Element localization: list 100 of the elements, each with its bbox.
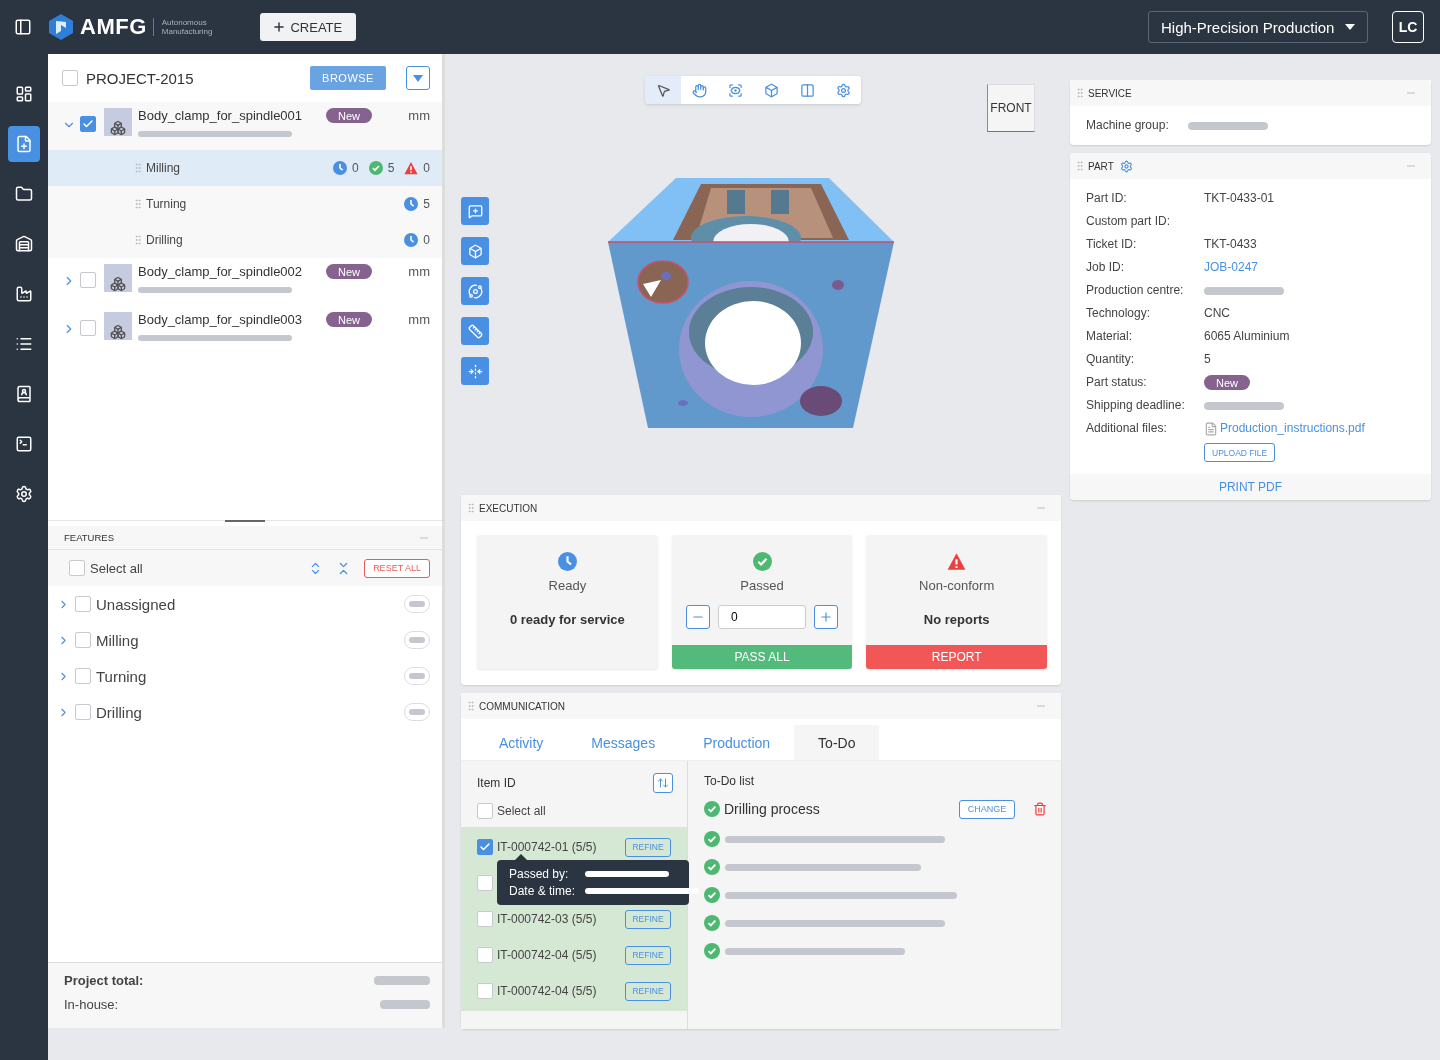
browse-button[interactable]: BROWSE [310,66,386,90]
refine-button[interactable]: REFINE [625,837,671,857]
drag-handle-icon[interactable] [1074,160,1086,172]
clock-icon [557,552,577,571]
checkbox[interactable] [477,839,493,855]
dropdown-button[interactable] [406,66,430,90]
user-avatar[interactable]: LC [1392,11,1424,43]
drag-handle-icon[interactable] [132,234,144,246]
reset-all-button[interactable]: RESET ALL [364,558,430,578]
part-name[interactable]: Body_clamp_for_spindle001 [138,108,320,123]
card-title: Non-conform [919,578,995,593]
part-name[interactable]: Body_clamp_for_spindle002 [138,264,320,279]
warning-icon [947,552,967,571]
panel-title: SERVICE [1088,87,1132,99]
pass-all-button[interactable]: PASS ALL [671,645,853,669]
checkbox[interactable] [477,911,493,927]
checkbox[interactable] [477,803,493,819]
checkbox[interactable] [80,272,96,288]
checkbox[interactable] [62,70,78,86]
align-button[interactable] [461,357,489,385]
select-all-label: Select all [497,804,546,818]
operation-name: Turning [146,197,187,211]
tooltip-label: Date & time: [509,884,576,898]
field-label: Ticket ID: [1086,236,1138,253]
decrement-button[interactable] [686,605,710,629]
placeholder-bar [380,1000,430,1009]
count-value: 0 [423,161,430,175]
file-link[interactable]: Production_instructions.pdf [1204,417,1365,440]
cube-button[interactable] [461,237,489,265]
report-button[interactable]: REPORT [866,645,1047,669]
tab[interactable]: Production [679,725,795,760]
card-summary: No reports [923,612,990,627]
tab[interactable]: Activity [475,725,568,760]
operation-name: Drilling [146,233,183,247]
change-button[interactable]: CHANGE [959,799,1015,819]
drag-handle-icon[interactable] [465,502,477,514]
view-cube[interactable]: FRONT [987,84,1035,132]
checkbox[interactable] [80,116,96,132]
sort-button[interactable] [653,773,673,793]
refine-button[interactable]: REFINE [625,909,671,929]
settings-icon[interactable] [1119,159,1133,173]
increment-button[interactable] [814,605,838,629]
checkbox[interactable] [75,632,91,648]
operation-row[interactable]: Turning 5 [48,186,442,222]
operation-row[interactable]: Drilling 0 [48,222,442,258]
refine-button[interactable]: REFINE [625,945,671,965]
job-link[interactable]: JOB-0247 [1204,256,1259,279]
orbit-button[interactable] [461,277,489,305]
drag-handle-icon[interactable] [1074,87,1086,99]
visibility-toggle[interactable] [404,631,430,649]
part-name[interactable]: Body_clamp_for_spindle003 [138,312,320,327]
tab[interactable]: To-Do [794,725,880,760]
create-button[interactable]: CREATE [260,13,357,41]
checkbox[interactable] [477,983,493,999]
pointer-tool[interactable] [645,76,681,104]
feature-group-name: Turning [96,667,147,685]
field-label: Part status: [1086,374,1148,391]
checkbox[interactable] [477,947,493,963]
item-id: IT-000742-03 (5/5) [497,912,597,926]
checkbox[interactable] [75,704,91,720]
resize-handle[interactable] [225,520,265,522]
workspace-select[interactable]: High-Precision Production [1148,11,1368,43]
checkbox[interactable] [80,320,96,336]
upload-file-button[interactable]: UPLOAD FILE [1204,443,1276,462]
drag-handle-icon[interactable] [465,700,477,712]
cube-icon [467,243,483,259]
checkbox[interactable] [69,560,85,576]
count-value: 0 [423,233,430,247]
visibility-toggle[interactable] [404,667,430,685]
drag-handle-icon[interactable] [132,162,144,174]
feature-group-name: Unassigned [96,595,176,613]
checkbox[interactable] [75,596,91,612]
operation-name: Milling [146,161,180,175]
tick-icon [82,118,94,130]
factory-icon [15,285,33,303]
card-summary: 0 ready for service [509,612,625,627]
hand-tool[interactable] [681,76,717,104]
toggle-knob [409,709,425,715]
field-label: Additional files: [1086,420,1168,437]
drag-handle-icon[interactable] [132,198,144,210]
print-pdf-button[interactable]: PRINT PDF [1070,474,1431,500]
visibility-toggle[interactable] [404,595,430,613]
visibility-toggle[interactable] [404,703,430,721]
checkbox[interactable] [477,875,493,891]
operation-row[interactable]: Milling 0 5 0 [48,150,442,186]
tab[interactable]: Messages [567,725,680,760]
panel-toggle-icon[interactable] [14,18,32,36]
panel-title: PART [1088,160,1114,172]
field-label: Material: [1086,328,1133,345]
quantity-field[interactable]: 0 [718,605,806,629]
ruler-button[interactable] [461,317,489,345]
add-comment-button[interactable] [461,197,489,225]
field-value: TKT-0433-01 [1204,190,1275,207]
settings-tool[interactable] [825,76,861,104]
status-badge: New [326,312,372,327]
checkbox[interactable] [75,668,91,684]
refine-button[interactable]: REFINE [625,981,671,1001]
delete-button[interactable] [1033,802,1047,816]
clock-icon [404,197,419,211]
panel-title: COMMUNICATION [479,700,565,712]
